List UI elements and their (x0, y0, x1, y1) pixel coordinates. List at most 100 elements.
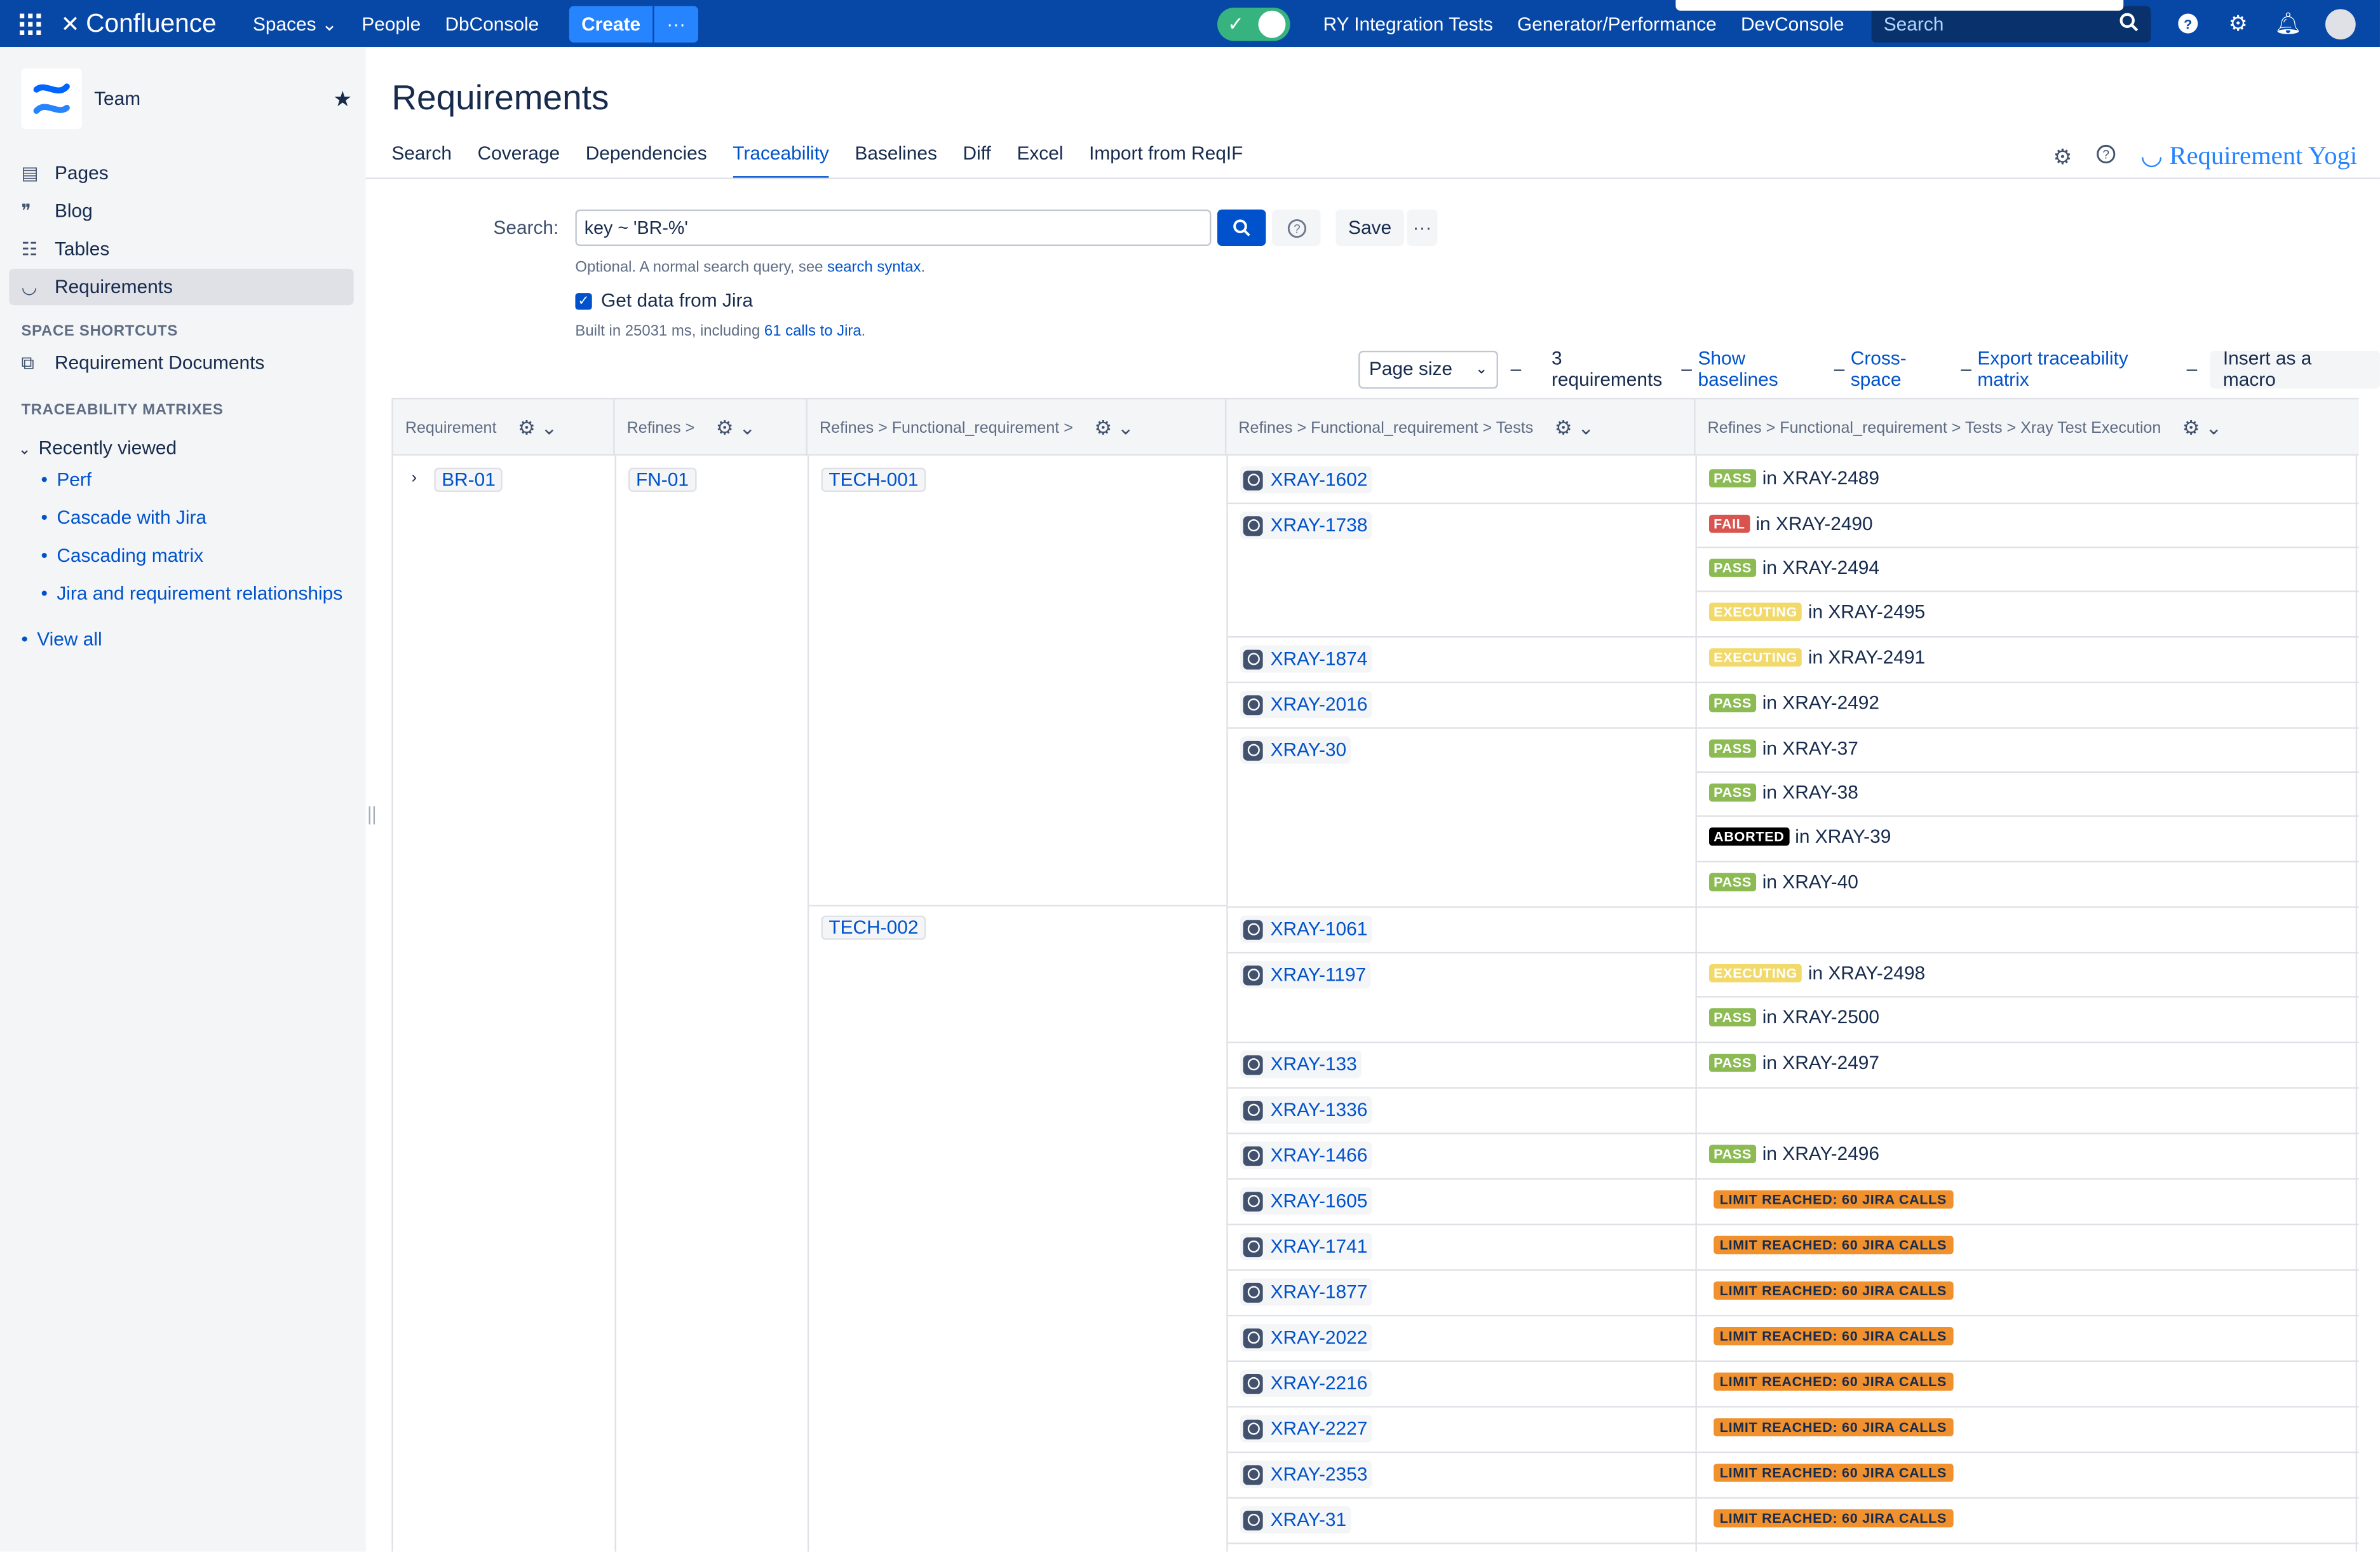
save-button[interactable]: Save (1335, 209, 1404, 247)
execution-key[interactable]: in XRAY-2496 (1762, 1143, 1879, 1164)
column-settings-icon[interactable]: ⚙ ⌄ (2182, 415, 2222, 439)
search-syntax-link[interactable]: search syntax (827, 260, 921, 276)
recent-item-perf[interactable]: Perf (41, 469, 91, 490)
nav-spaces[interactable]: Spaces ⌄ (253, 12, 337, 35)
execution-key[interactable]: in XRAY-2494 (1762, 557, 1879, 578)
search-query-input[interactable]: key ~ 'BR-%' (575, 209, 1212, 247)
view-all-link[interactable]: View all (21, 629, 102, 650)
execution-key[interactable]: in XRAY-2498 (1808, 963, 1925, 984)
column-header-tests[interactable]: Refines > Functional_requirement > Tests… (1226, 399, 1696, 456)
test-issue[interactable]: XRAY-1738 (1240, 512, 1372, 540)
column-header-refines[interactable]: Refines > ⚙ ⌄ (615, 399, 808, 456)
create-button[interactable]: Create (569, 5, 653, 42)
column-settings-icon[interactable]: ⚙ ⌄ (716, 415, 756, 439)
functional-key-tech-002[interactable]: TECH-002 (821, 915, 926, 940)
tab-baselines[interactable]: Baselines (855, 143, 936, 179)
nav-dbconsole[interactable]: DbConsole (445, 13, 539, 34)
test-issue[interactable]: XRAY-1877 (1240, 1278, 1372, 1306)
space-name[interactable]: Team (94, 88, 333, 109)
tab-excel[interactable]: Excel (1017, 143, 1063, 179)
column-header-requirement[interactable]: Requirement ⚙ ⌄ (393, 399, 615, 456)
requirement-key[interactable]: BR-01 (434, 467, 503, 493)
expand-row-chevron-icon[interactable]: › (411, 469, 417, 487)
execution-key[interactable]: in XRAY-2491 (1808, 647, 1925, 668)
app-switcher-icon[interactable] (0, 0, 61, 47)
execution-key[interactable]: in XRAY-40 (1762, 871, 1858, 892)
recent-item-jira-requirement-relationships[interactable]: Jira and requirement relationships (41, 583, 343, 604)
get-data-from-jira-checkbox[interactable]: ✓ (575, 292, 592, 310)
test-issue[interactable]: XRAY-133 (1240, 1051, 1362, 1079)
create-more-button[interactable]: ··· (652, 5, 698, 42)
jira-calls-link[interactable]: 61 calls to Jira (764, 323, 862, 340)
sidebar-item-requirements[interactable]: ◡ Requirements (9, 268, 354, 306)
insert-as-macro-button[interactable]: Insert as a macro (2209, 348, 2380, 390)
execution-key[interactable]: in XRAY-2500 (1762, 1007, 1879, 1028)
search-button[interactable] (1217, 209, 1266, 247)
global-search-input[interactable]: Search (1871, 5, 2151, 42)
execution-key[interactable]: in XRAY-37 (1762, 738, 1858, 759)
tab-diff[interactable]: Diff (963, 143, 991, 179)
execution-key[interactable]: in XRAY-2492 (1762, 692, 1879, 713)
test-issue[interactable]: XRAY-1336 (1240, 1096, 1372, 1124)
link-ry-integration-tests[interactable]: RY Integration Tests (1323, 13, 1492, 34)
column-settings-icon[interactable]: ⚙ ⌄ (1094, 415, 1134, 439)
link-devconsole[interactable]: DevConsole (1741, 13, 1844, 34)
column-settings-icon[interactable]: ⚙ ⌄ (518, 415, 558, 439)
link-generator-performance[interactable]: Generator/Performance (1517, 13, 1717, 34)
tab-import-reqif[interactable]: Import from ReqIF (1089, 143, 1243, 179)
save-more-button[interactable]: ··· (1407, 209, 1438, 247)
help-icon[interactable]: ? (2163, 13, 2213, 34)
jira-data-checkbox-row[interactable]: ✓ Get data from Jira (575, 290, 753, 311)
sidebar-item-tables[interactable]: ☷ Tables (9, 231, 353, 267)
tab-coverage[interactable]: Coverage (478, 143, 560, 179)
sidebar-item-pages[interactable]: ▤ Pages (9, 155, 353, 191)
tab-search[interactable]: Search (391, 143, 452, 179)
test-issue[interactable]: XRAY-1874 (1240, 645, 1372, 673)
column-header-functional-requirement[interactable]: Refines > Functional_requirement > ⚙ ⌄ (808, 399, 1227, 456)
functional-key-tech-001[interactable]: TECH-001 (821, 467, 926, 493)
execution-key[interactable]: in XRAY-2495 (1808, 601, 1925, 622)
execution-key[interactable]: in XRAY-2490 (1755, 513, 1872, 534)
settings-gear-icon[interactable]: ⚙ (2213, 11, 2263, 37)
test-issue[interactable]: XRAY-1602 (1240, 466, 1372, 494)
test-issue[interactable]: XRAY-2016 (1240, 690, 1372, 718)
recent-item-cascade-with-jira[interactable]: Cascade with Jira (41, 507, 207, 528)
feature-toggle[interactable]: ✓ (1217, 6, 1290, 41)
cross-space-link[interactable]: Cross-space (1851, 348, 1955, 390)
test-issue[interactable]: XRAY-2216 (1240, 1369, 1372, 1397)
test-issue[interactable]: XRAY-1466 (1240, 1141, 1372, 1169)
execution-key[interactable]: in XRAY-39 (1795, 826, 1891, 847)
search-help-button[interactable]: ? (1271, 209, 1321, 247)
show-baselines-link[interactable]: Show baselines (1698, 348, 1828, 390)
space-logo-icon[interactable] (21, 68, 83, 130)
test-issue[interactable]: XRAY-1197 (1240, 961, 1371, 989)
help-icon[interactable]: ? (2097, 144, 2116, 168)
page-size-select[interactable]: Page size ⌄ (1358, 350, 1499, 388)
test-issue[interactable]: XRAY-1605 (1240, 1187, 1372, 1215)
notifications-icon[interactable]: 🔔︎ (2263, 11, 2313, 37)
test-issue[interactable]: XRAY-30 (1240, 736, 1351, 764)
user-avatar[interactable] (2325, 8, 2356, 39)
execution-key[interactable]: in XRAY-2489 (1762, 468, 1879, 489)
test-issue[interactable]: XRAY-2227 (1240, 1415, 1372, 1443)
recent-item-cascading-matrix[interactable]: Cascading matrix (41, 545, 204, 566)
star-icon[interactable]: ★ (333, 86, 352, 112)
refines-key[interactable]: FN-01 (628, 467, 696, 493)
column-header-test-execution[interactable]: Refines > Functional_requirement > Tests… (1696, 399, 2359, 455)
shortcut-requirement-documents[interactable]: ⧉ Requirement Documents (9, 344, 353, 381)
execution-key[interactable]: in XRAY-38 (1762, 782, 1858, 803)
recently-viewed-toggle[interactable]: ⌄ Recently viewed (18, 437, 177, 458)
test-issue[interactable]: XRAY-1061 (1240, 915, 1372, 943)
execution-key[interactable]: in XRAY-2497 (1762, 1052, 1879, 1073)
tab-traceability[interactable]: Traceability (733, 143, 829, 179)
test-issue[interactable]: XRAY-2353 (1240, 1460, 1372, 1488)
tab-dependencies[interactable]: Dependencies (586, 143, 707, 179)
test-issue[interactable]: XRAY-1741 (1240, 1232, 1372, 1260)
test-issue[interactable]: XRAY-31 (1240, 1506, 1351, 1534)
test-issue[interactable]: XRAY-2022 (1240, 1324, 1372, 1352)
settings-gear-icon[interactable]: ⚙ (2053, 144, 2072, 170)
nav-people[interactable]: People (362, 13, 421, 34)
export-traceability-matrix-link[interactable]: Export traceability matrix (1977, 348, 2181, 390)
sidebar-item-blog[interactable]: ❞ Blog (9, 193, 353, 229)
column-settings-icon[interactable]: ⚙ ⌄ (1555, 415, 1595, 439)
